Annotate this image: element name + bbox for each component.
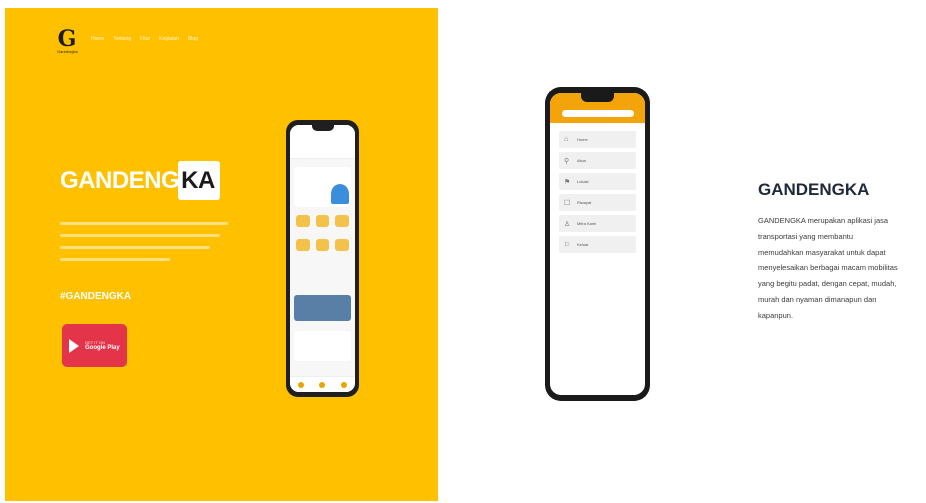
- feature-icon: [296, 239, 310, 251]
- location-icon: ⚑: [564, 178, 571, 186]
- text-placeholder-line: [60, 222, 228, 225]
- document-icon: ☐: [564, 199, 571, 207]
- description-line: menyelesaikan berbagai macam mobilitas: [758, 263, 898, 273]
- description-line: kapanpun.: [758, 310, 794, 320]
- menu-item-label: Mitra Kami: [577, 221, 597, 226]
- google-play-label: GET IT ON Google Play: [85, 340, 120, 351]
- brand-title-part2: KA: [178, 161, 220, 200]
- app-preview-card: [294, 331, 351, 361]
- nav-links: Home Tentang Fitur Kegiatan Blog: [91, 36, 198, 42]
- nav-link-tentang[interactable]: Tentang: [113, 36, 131, 42]
- banner-illustration: [331, 184, 349, 204]
- screen: G Gandengka Home Tentang Fitur Kegiatan …: [0, 0, 926, 503]
- tab-home-icon: [297, 381, 304, 388]
- logo-mark: G: [57, 26, 77, 52]
- nav-link-kegiatan[interactable]: Kegiatan: [159, 36, 179, 42]
- play-store-icon: [69, 338, 79, 353]
- menu-item-keluar[interactable]: ⚐ Keluar: [559, 236, 636, 253]
- user-icon: ⚲: [564, 157, 570, 165]
- tab-activity-icon: [319, 381, 326, 388]
- nav-link-fitur[interactable]: Fitur: [140, 36, 150, 42]
- home-icon: ⌂: [564, 136, 569, 143]
- feature-icon: [335, 239, 349, 251]
- menu-item-home[interactable]: ⌂ Home: [559, 131, 636, 148]
- description-line: memudahkan masyarakat untuk dapat: [758, 247, 886, 257]
- brand-title: GANDENG KA: [60, 161, 220, 200]
- flag-icon: ⚐: [564, 241, 571, 249]
- app-title: GANDENGKA: [758, 180, 870, 199]
- feature-icon: [315, 239, 330, 251]
- feature-icon: [335, 215, 349, 227]
- menu-phone-screen: ⌂ Home ⚲ Akun ⚑ Lokasi ☐ Riwayat ♙ Mitra…: [550, 93, 645, 395]
- app-preview-photo: [294, 295, 351, 321]
- menu-item-lokasi[interactable]: ⚑ Lokasi: [559, 173, 636, 190]
- menu-phone: ⌂ Home ⚲ Akun ⚑ Lokasi ☐ Riwayat ♙ Mitra…: [545, 87, 650, 401]
- menu-item-akun[interactable]: ⚲ Akun: [559, 152, 636, 169]
- app-description: GANDENGKA merupakan aplikasi jasa transp…: [758, 213, 924, 324]
- hero-section: G Gandengka Home Tentang Fitur Kegiatan …: [5, 8, 438, 501]
- logo-wordmark: Gandengka: [57, 49, 78, 54]
- text-placeholder-line: [60, 258, 170, 261]
- app-preview-banner: [294, 167, 351, 207]
- menu-item-label: Home: [577, 137, 588, 142]
- app-preview-screen: [290, 125, 355, 392]
- description-line: transportasi yang membantu: [758, 231, 854, 241]
- phone-notch: [581, 93, 614, 102]
- text-placeholder-line: [60, 246, 210, 249]
- tab-account-icon: [341, 381, 348, 388]
- menu-item-mitra[interactable]: ♙ Mitra Kami: [559, 215, 636, 232]
- search-input[interactable]: [562, 110, 634, 117]
- navbar: G Gandengka Home Tentang Fitur Kegiatan …: [57, 28, 198, 56]
- menu-item-label: Keluar: [577, 242, 589, 247]
- phone-notch: [312, 125, 334, 131]
- menu-item-riwayat[interactable]: ☐ Riwayat: [559, 194, 636, 211]
- hero-description: [60, 222, 232, 270]
- description-line: GANDENGKA merupakan aplikasi jasa: [758, 216, 889, 225]
- menu-item-label: Riwayat: [577, 200, 592, 205]
- feature-icon: [315, 215, 330, 227]
- brand-title-part1: GANDENG: [60, 166, 180, 194]
- google-play-big-text: Google Play: [85, 345, 120, 351]
- person-icon: ♙: [564, 220, 571, 228]
- nav-link-blog[interactable]: Blog: [188, 36, 198, 42]
- app-preview-tabbar: [290, 376, 355, 392]
- logo[interactable]: G Gandengka: [57, 26, 78, 56]
- app-preview-phone: [286, 120, 359, 397]
- feature-icon: [296, 215, 310, 227]
- hashtag: #GANDENGKA: [60, 291, 132, 302]
- google-play-button[interactable]: GET IT ON Google Play: [62, 324, 127, 367]
- text-placeholder-line: [60, 234, 220, 237]
- menu-item-label: Lokasi: [577, 179, 589, 184]
- app-preview-feature-grid: [296, 215, 349, 251]
- menu-item-label: Akun: [577, 158, 587, 163]
- description-line: yang begitu padat, dengan cepat, mudah,: [758, 279, 897, 289]
- nav-link-home[interactable]: Home: [91, 36, 104, 42]
- description-line: murah dan nyaman dimanapun dan: [758, 294, 877, 304]
